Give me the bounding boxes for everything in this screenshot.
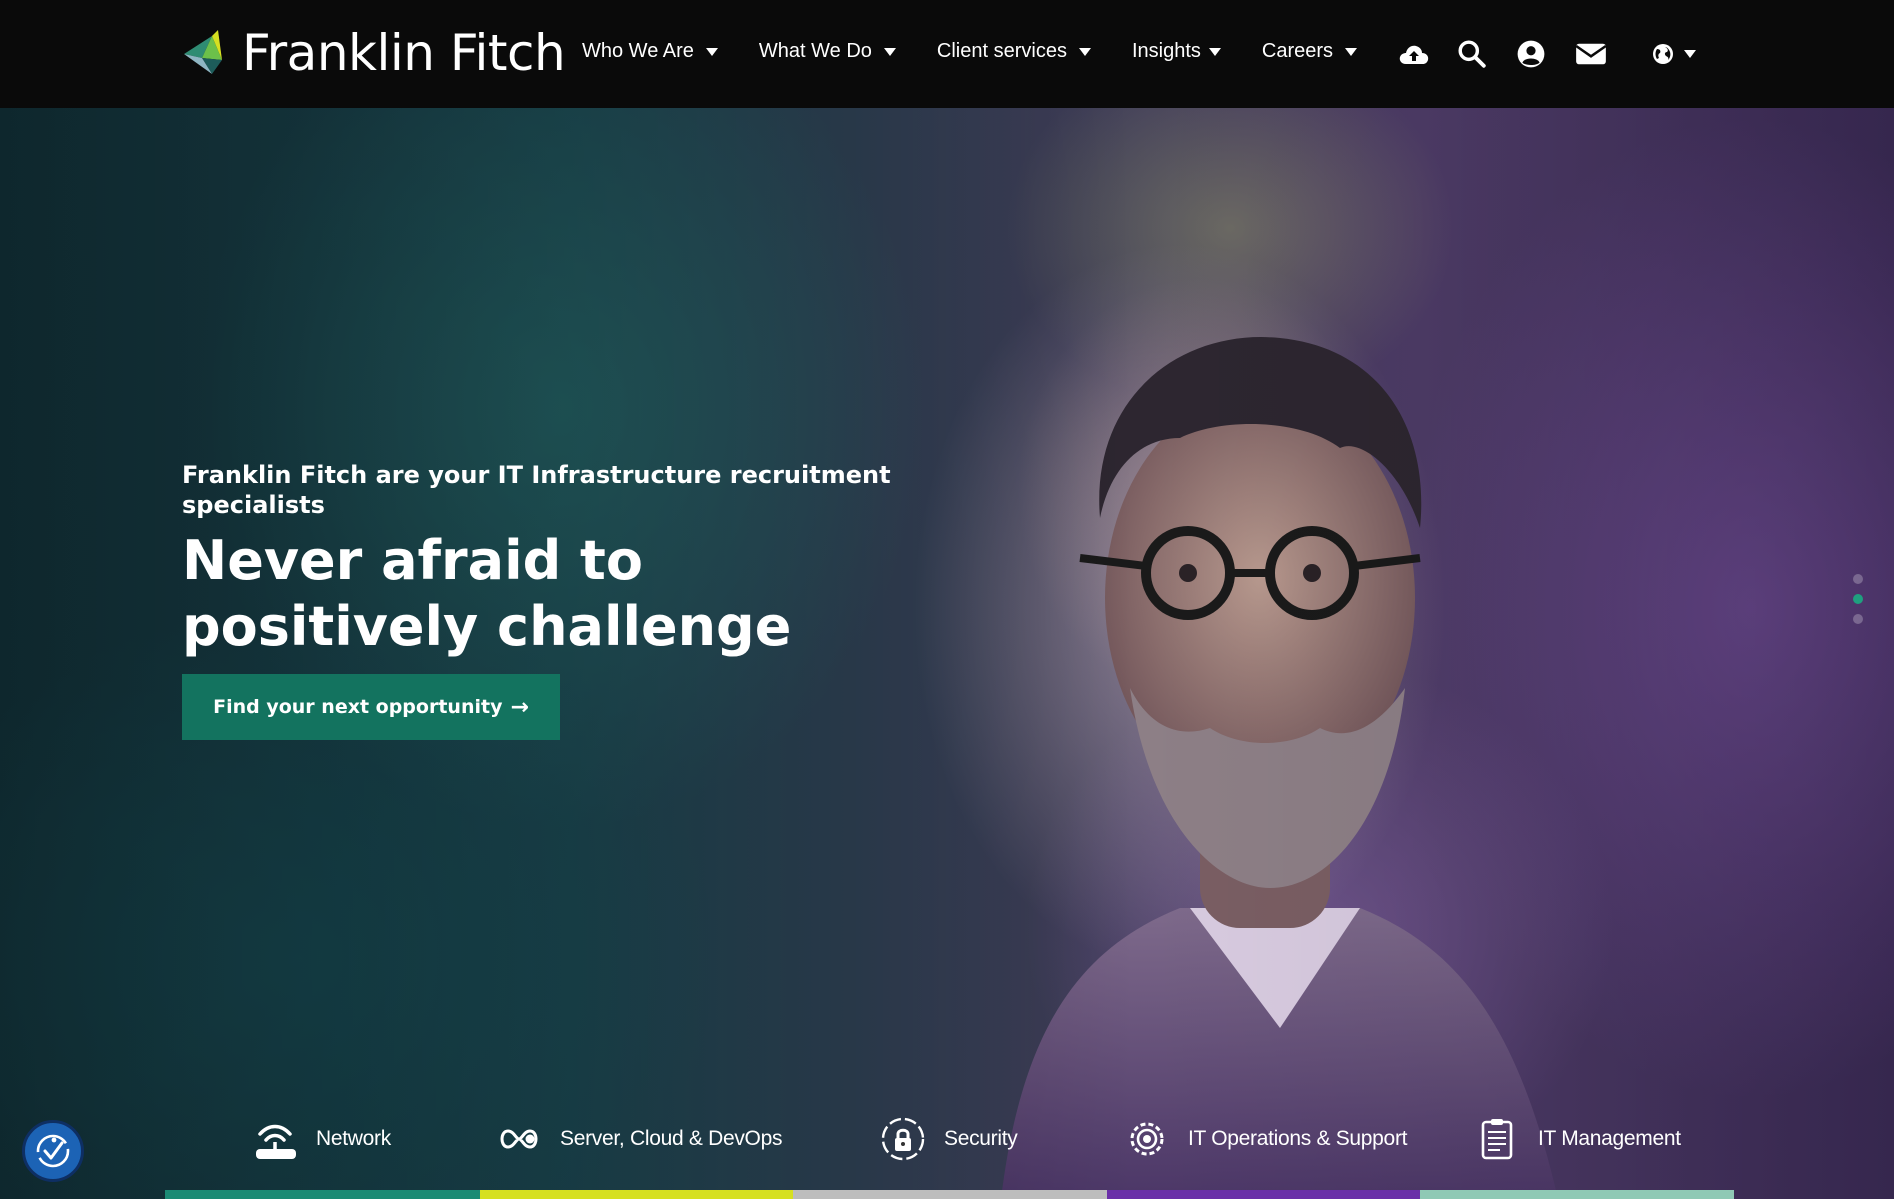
chevron-down-icon (1078, 47, 1091, 56)
nav-who-we-are[interactable]: Who We Are (582, 40, 718, 63)
category-server-cloud-devops[interactable]: Server, Cloud & DevOps (496, 1116, 782, 1162)
hero-headline: Never afraid to positively challenge (182, 529, 792, 658)
nav-careers-label: Careers (1261, 40, 1334, 62)
nav-what-we-do[interactable]: What We Do (759, 40, 896, 63)
hero-subtitle: Franklin Fitch are your IT Infrastructur… (182, 461, 891, 519)
find-opportunity-button[interactable]: Find your next opportunity → (182, 674, 560, 740)
globe-icon (1653, 44, 1673, 64)
envelope-icon (1575, 43, 1607, 65)
chevron-down-icon (883, 47, 896, 56)
padlock-icon (881, 1117, 925, 1161)
slide-dot-1[interactable] (1853, 574, 1863, 584)
category-it-management-label: IT Management (1538, 1127, 1681, 1150)
it-management-color-stripe (1420, 1190, 1734, 1199)
franklin-fitch-logo-icon (184, 30, 222, 74)
chevron-down-icon (1684, 50, 1696, 58)
nav-what-we-do-label: What We Do (758, 40, 872, 62)
language-selector[interactable] (1649, 36, 1699, 72)
brand-logo[interactable]: Franklin Fitch (182, 24, 566, 82)
chevron-down-icon (1345, 47, 1358, 56)
upload-cv-button[interactable] (1396, 36, 1432, 72)
slide-dot-3[interactable] (1853, 614, 1863, 624)
slide-indicator (1853, 574, 1863, 634)
cta-label: Find your next opportunity (213, 696, 503, 718)
network-color-stripe (165, 1190, 480, 1199)
category-server-cloud-devops-label: Server, Cloud & DevOps (560, 1127, 783, 1150)
infinity-loop-icon (500, 1129, 538, 1149)
chevron-down-icon (705, 47, 718, 56)
chevron-down-icon (1208, 47, 1221, 56)
search-icon (1458, 40, 1486, 68)
category-network-label: Network (316, 1127, 391, 1150)
nav-who-we-are-label: Who We Are (582, 40, 694, 62)
category-it-operations-support[interactable]: IT Operations & Support (1124, 1116, 1407, 1162)
nav-client-services[interactable]: Client services (937, 40, 1091, 63)
nav-careers[interactable]: Careers (1261, 40, 1358, 63)
nav-insights[interactable]: Insights (1132, 40, 1221, 63)
server-cloud-devops-color-stripe (480, 1190, 793, 1199)
brand-name: Franklin Fitch (242, 24, 566, 82)
security-color-stripe (793, 1190, 1107, 1199)
category-it-operations-support-label: IT Operations & Support (1188, 1127, 1408, 1150)
category-security-label: Security (944, 1127, 1018, 1150)
search-button[interactable] (1454, 36, 1490, 72)
arrow-right-icon: → (510, 694, 529, 720)
user-account-icon (1517, 40, 1545, 68)
accessibility-button[interactable] (22, 1120, 84, 1182)
it-operations-color-stripe (1107, 1190, 1420, 1199)
top-navigation: Franklin Fitch Who We Are What We Do Cli… (0, 0, 1894, 108)
clipboard-icon (1481, 1119, 1513, 1160)
slide-dot-2[interactable] (1853, 594, 1863, 604)
upload-cloud-icon (1399, 45, 1429, 64)
hero-banner: Franklin Fitch are your IT Infrastructur… (0, 108, 1894, 1199)
accessibility-icon (36, 1134, 70, 1168)
category-security[interactable]: Security (880, 1116, 1018, 1162)
nav-client-services-label: Client services (936, 40, 1067, 62)
nav-insights-label: Insights (1131, 40, 1201, 62)
contact-button[interactable] (1573, 36, 1609, 72)
account-button[interactable] (1513, 36, 1549, 72)
gear-icon (1130, 1122, 1164, 1156)
router-icon (256, 1124, 296, 1159)
category-it-management[interactable]: IT Management (1474, 1116, 1681, 1162)
category-network[interactable]: Network (252, 1116, 391, 1162)
main-menu: Who We Are What We Do Client services In… (582, 40, 1398, 63)
